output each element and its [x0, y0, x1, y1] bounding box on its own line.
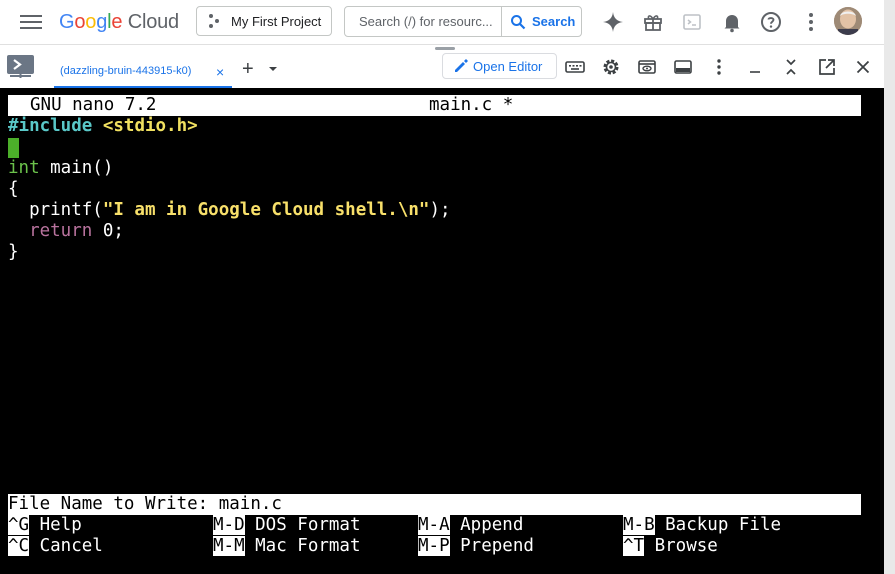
shortcut-cancel[interactable]: ^C Cancel — [8, 536, 103, 557]
shortcut-label: Backup File — [654, 515, 782, 535]
project-picker-label: My First Project — [231, 13, 322, 29]
keyboard-icon[interactable] — [565, 57, 585, 77]
nano-version: GNU nano 7.2 — [30, 95, 157, 115]
shortcut-help[interactable]: ^G Help — [8, 515, 82, 536]
google-cloud-logo[interactable]: Google Cloud — [59, 10, 179, 34]
nano-filename: main.c * — [429, 95, 514, 115]
shortcut-key: M-A — [418, 515, 450, 535]
gemini-sparkle-icon[interactable] — [601, 10, 625, 34]
web-preview-icon[interactable] — [637, 57, 657, 77]
more-vert-icon[interactable] — [709, 57, 729, 77]
pencil-icon — [455, 59, 468, 72]
terminal-tab[interactable]: (dazzling-bruin-443915-k0) × — [54, 45, 232, 88]
logo-letter: e — [111, 11, 123, 33]
nano-title-bar: GNU nano 7.2 main.c * — [8, 95, 861, 116]
string-literal: "I am in Google Cloud shell.\n" — [102, 200, 430, 220]
top-app-bar: Google Cloud My First Project Search — [0, 0, 895, 44]
logo-letter: g — [96, 11, 108, 33]
shortcut-label: Append — [449, 515, 524, 535]
shortcut-prepend[interactable]: M-P Prepend — [418, 536, 534, 557]
main-signature: main() — [39, 158, 114, 178]
tab-menu-chevron-down-icon[interactable] — [268, 65, 278, 73]
shortcut-label: Prepend — [449, 536, 534, 556]
resize-handle[interactable] — [435, 47, 455, 50]
open-editor-label: Open Editor — [473, 58, 543, 74]
terminal-area[interactable]: GNU nano 7.2 main.c * #include <stdio.h>… — [0, 88, 884, 574]
shortcut-key: M-P — [418, 536, 450, 556]
more-options-icon[interactable] — [799, 10, 823, 34]
shortcut-append[interactable]: M-A Append — [418, 515, 523, 536]
shortcut-browse[interactable]: ^T Browse — [623, 536, 718, 557]
logo-cloud-text: Cloud — [127, 11, 179, 33]
project-icon — [209, 14, 223, 28]
shortcut-key: M-D — [213, 515, 245, 535]
main-menu-icon[interactable] — [20, 12, 42, 32]
code-line-4: { — [8, 179, 19, 199]
logo-letter: o — [74, 11, 86, 33]
search-button[interactable]: Search — [501, 7, 582, 36]
cloud-shell-icon[interactable] — [680, 10, 704, 34]
notifications-icon[interactable] — [720, 10, 744, 34]
return-keyword: return — [29, 221, 93, 241]
minimize-icon[interactable] — [745, 57, 765, 77]
code-line-7: } — [8, 242, 19, 262]
gift-icon[interactable] — [641, 10, 665, 34]
code-line-1: #include <stdio.h> — [8, 116, 198, 137]
search-box: Search — [344, 6, 582, 37]
terminal-tab-label: (dazzling-bruin-443915-k0) — [60, 65, 192, 77]
shortcut-label: Cancel — [29, 536, 103, 556]
include-header: <stdio.h> — [102, 116, 198, 136]
logo-google-text: Google — [59, 11, 123, 33]
text-cursor — [8, 138, 19, 158]
search-input[interactable] — [345, 7, 513, 36]
shortcut-key: M-M — [213, 536, 245, 556]
cloud-shell-toolbar: (dazzling-bruin-443915-k0) × + Open Edit… — [0, 44, 884, 89]
shortcut-key: ^C — [8, 536, 30, 556]
shortcut-key: ^T — [623, 536, 645, 556]
type-keyword: int — [8, 158, 40, 178]
help-icon[interactable] — [759, 10, 783, 34]
terminal-layout-icon[interactable] — [673, 57, 693, 77]
code-line-6: return 0; — [8, 221, 124, 242]
add-tab-button[interactable]: + — [242, 59, 254, 79]
include-directive: #include — [8, 116, 93, 136]
shortcut-label: Help — [29, 515, 82, 535]
close-tab-icon[interactable]: × — [216, 64, 224, 80]
filename-prompt — [8, 494, 861, 515]
close-icon[interactable] — [853, 57, 873, 77]
project-picker-button[interactable]: My First Project — [196, 6, 332, 36]
shortcut-mac-format[interactable]: M-M Mac Format — [213, 536, 361, 557]
search-icon — [511, 14, 526, 29]
filename-input[interactable] — [8, 494, 861, 515]
shortcut-label: Mac Format — [244, 536, 361, 556]
settings-gear-icon[interactable] — [601, 57, 621, 77]
printf-end: ); — [429, 200, 451, 220]
avatar-photo-icon — [834, 7, 862, 35]
shortcut-key: ^G — [8, 515, 30, 535]
search-button-label: Search — [532, 14, 576, 29]
shortcut-dos-format[interactable]: M-D DOS Format — [213, 515, 361, 536]
code-line-3: int main() — [8, 158, 113, 179]
return-value: 0; — [92, 221, 124, 241]
shortcut-label: Browse — [644, 536, 718, 556]
shortcut-backup-file[interactable]: M-B Backup File — [623, 515, 781, 536]
collapse-icon[interactable] — [781, 57, 801, 77]
printf-call: printf( — [8, 200, 103, 220]
open-new-window-icon[interactable] — [817, 57, 837, 77]
cloud-shell-logo-icon — [7, 55, 34, 78]
logo-letter: G — [59, 11, 75, 33]
code-line-5: printf("I am in Google Cloud shell.\n"); — [8, 200, 451, 221]
user-avatar[interactable] — [834, 7, 862, 35]
shortcut-label: DOS Format — [244, 515, 361, 535]
open-editor-button[interactable]: Open Editor — [442, 53, 557, 79]
logo-letter: o — [85, 11, 97, 33]
page-scrollbar[interactable] — [884, 0, 895, 574]
shortcut-key: M-B — [623, 515, 655, 535]
